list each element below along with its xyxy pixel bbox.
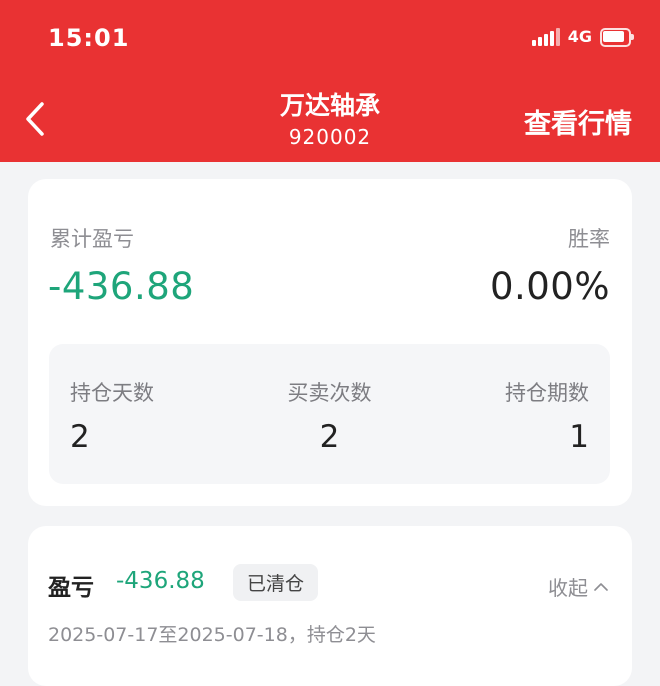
status-badge: 已清仓 bbox=[233, 564, 319, 601]
pl-value: -436.88 bbox=[116, 568, 205, 594]
status-time: 15:01 bbox=[48, 24, 130, 52]
summary-card: 累计盈亏 胜率 -436.88 0.00% 持仓天数 2 买卖次数 2 持仓期数… bbox=[28, 179, 632, 506]
collapse-button[interactable]: 收起 bbox=[548, 572, 608, 601]
view-quote-button[interactable]: 查看行情 bbox=[524, 102, 632, 141]
chevron-up-icon bbox=[594, 583, 608, 591]
win-rate-value: 0.00% bbox=[489, 265, 610, 308]
holding-period-text: 2025-07-17至2025-07-18，持仓2天 bbox=[48, 624, 376, 646]
position-detail-card: 盈亏 -436.88 已清仓 收起 2025-07-17至2025-07-18，… bbox=[28, 526, 632, 686]
stat-value: 1 bbox=[569, 419, 589, 455]
battery-icon bbox=[600, 28, 634, 47]
cumulative-pl-value: -436.88 bbox=[48, 265, 195, 308]
pl-label: 盈亏 bbox=[48, 575, 94, 601]
signal-bars-icon bbox=[531, 27, 560, 46]
status-indicators: 4G bbox=[531, 27, 634, 47]
header-bar: 15:01 4G 万达轴承 920002 查看行情 bbox=[0, 0, 660, 162]
network-type: 4G bbox=[567, 27, 592, 46]
stat-label: 持仓期数 bbox=[505, 381, 589, 405]
cumulative-pl-label: 累计盈亏 bbox=[50, 227, 134, 251]
win-rate-label: 胜率 bbox=[568, 227, 610, 251]
stat-holding-periods: 持仓期数 1 bbox=[505, 377, 589, 455]
stats-panel: 持仓天数 2 买卖次数 2 持仓期数 1 bbox=[49, 344, 610, 484]
collapse-label: 收起 bbox=[548, 576, 588, 600]
